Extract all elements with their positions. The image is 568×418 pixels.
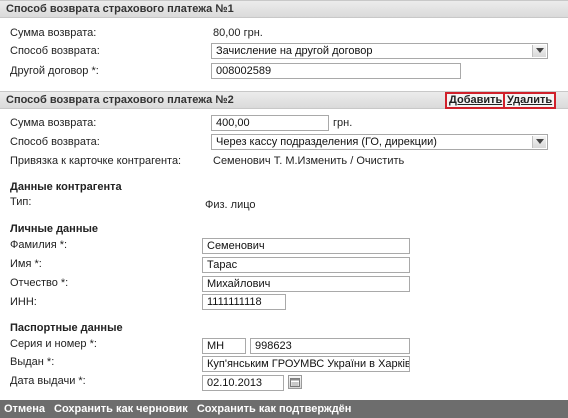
section2-sum-unit: грн.	[333, 117, 353, 129]
section1-sum-label: Сумма возврата:	[10, 27, 97, 39]
chevron-down-icon[interactable]	[532, 45, 546, 57]
section2-header: Способ возврата страхового платежа №2 До…	[0, 91, 568, 109]
section2-sum-label: Сумма возврата:	[10, 117, 97, 129]
section1-sum-value: 80,00 грн.	[213, 27, 263, 39]
section2-binding-label: Привязка к карточке контрагента:	[10, 155, 182, 167]
calendar-icon[interactable]	[288, 375, 302, 389]
delete-button[interactable]: Удалить	[503, 92, 557, 109]
inn-label: ИНН:	[10, 296, 37, 308]
section1-other-contract-input[interactable]: 008002589	[211, 63, 461, 79]
passport-series-label: Серия и номер *:	[10, 338, 97, 350]
section2-method-value: Через кассу подразделения (ГО, дирекции)	[216, 136, 437, 148]
passport-date-label: Дата выдачи *:	[10, 375, 86, 387]
section2-method-label: Способ возврата:	[10, 136, 100, 148]
passport-issued-input[interactable]: Куп'янським ГРОУМВС України в Харківські…	[202, 356, 410, 372]
footer-bar: Отмена Сохранить как черновик Сохранить …	[0, 400, 568, 418]
chevron-down-icon[interactable]	[532, 136, 546, 148]
patronymic-label: Отчество *:	[10, 277, 69, 289]
name-input[interactable]: Тарас	[202, 257, 410, 273]
personal-heading: Личные данные	[10, 223, 98, 235]
section2-sum-input[interactable]: 400,00	[211, 115, 329, 131]
section1-method-label: Способ возврата:	[10, 45, 100, 57]
counterparty-type-label: Тип:	[10, 196, 32, 208]
passport-date-input[interactable]: 02.10.2013	[202, 375, 284, 391]
surname-label: Фамилия *:	[10, 239, 68, 251]
counterparty-heading: Данные контрагента	[10, 181, 122, 193]
section1-title: Способ возврата страхового платежа №1	[6, 3, 234, 15]
add-button[interactable]: Добавить	[445, 92, 507, 109]
surname-input[interactable]: Семенович	[202, 238, 410, 254]
section1-header: Способ возврата страхового платежа №1	[0, 0, 568, 18]
section1-other-contract-label: Другой договор *:	[10, 65, 99, 77]
binding-separator: /	[347, 155, 357, 167]
binding-clear-link[interactable]: Очистить	[356, 155, 404, 167]
section2-binding: Семенович Т. М.Изменить / Очистить	[213, 155, 404, 167]
inn-input[interactable]: 1111111118	[202, 294, 286, 310]
section1-method-select[interactable]: Зачисление на другой договор	[211, 43, 548, 59]
save-confirmed-button[interactable]: Сохранить как подтверждён	[197, 403, 352, 415]
passport-issued-label: Выдан *:	[10, 356, 55, 368]
binding-change-link[interactable]: Изменить	[298, 155, 348, 167]
passport-heading: Паспортные данные	[10, 322, 123, 334]
section1-method-value: Зачисление на другой договор	[216, 45, 373, 57]
passport-number-input[interactable]: 998623	[250, 338, 410, 354]
section2-method-select[interactable]: Через кассу подразделения (ГО, дирекции)	[211, 134, 548, 150]
patronymic-input[interactable]: Михайлович	[202, 276, 410, 292]
section2-title: Способ возврата страхового платежа №2	[6, 94, 234, 106]
binding-name: Семенович Т. М.	[213, 155, 298, 167]
save-draft-button[interactable]: Сохранить как черновик	[54, 403, 188, 415]
counterparty-type-value: Физ. лицо	[205, 199, 256, 211]
name-label: Имя *:	[10, 258, 42, 270]
cancel-button[interactable]: Отмена	[4, 403, 45, 415]
passport-series-input[interactable]: МН	[202, 338, 246, 354]
